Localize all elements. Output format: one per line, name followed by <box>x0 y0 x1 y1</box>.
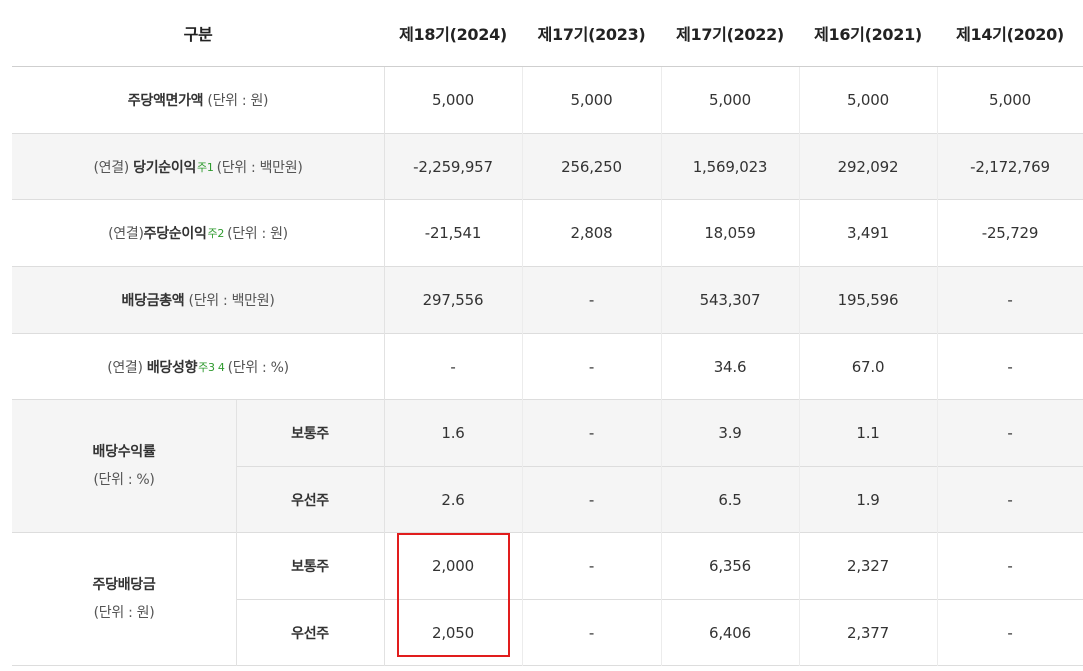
table-cell: - <box>588 424 595 442</box>
table-cell: 3.9 <box>718 424 742 442</box>
table-cell: 18,059 <box>704 224 756 242</box>
header-category: 구분 <box>183 25 213 44</box>
table-cell: - <box>1007 490 1013 509</box>
sub-label-common: 보통주 <box>291 426 329 442</box>
table-cell: 2,327 <box>847 557 889 575</box>
header-period: 제16기(2021) <box>814 25 922 44</box>
label-text: 배당수익률 <box>92 444 156 460</box>
table-cell: - <box>588 623 595 642</box>
unit-text: (단위 : %) <box>93 472 155 488</box>
table-cell: 1.9 <box>856 490 880 509</box>
unit-text: (단위 : 백만원) <box>216 159 303 176</box>
table-cell: 6,356 <box>709 557 751 575</box>
table-cell: - <box>1007 557 1013 575</box>
table-cell: 256,250 <box>561 157 622 176</box>
table-cell: - <box>1007 424 1013 442</box>
label-text: 배당성향 <box>146 359 198 376</box>
table-cell: -21,541 <box>424 224 482 242</box>
unit-text: (단위 : 백만원) <box>188 293 275 309</box>
prefix-text: (연결) <box>93 159 129 176</box>
table-cell: 195,596 <box>837 291 899 309</box>
table-cell: 5,000 <box>432 91 474 109</box>
table-cell: 3,491 <box>847 224 889 242</box>
footnote-marker[interactable]: 주2 <box>208 225 225 241</box>
row-label-payout-ratio: (연결) 배당성향 주3 4 (단위 : %) <box>12 334 384 399</box>
sub-label-common: 보통주 <box>291 559 329 575</box>
table-cell: - <box>450 357 456 376</box>
dividend-table: 구분 제18기(2024) 제17기(2023) 제17기(2022) 제16기… <box>0 0 1083 671</box>
header-period: 제17기(2023) <box>537 25 646 44</box>
table-cell: 543,307 <box>699 291 761 309</box>
table-cell: 67.0 <box>851 357 885 376</box>
unit-text: (단위 : 원) <box>93 605 155 621</box>
table-bottom-line <box>12 665 1083 666</box>
row-label-dividend-yield: 배당수익률 (단위 : %) <box>12 400 236 532</box>
table-cell: 297,556 <box>422 291 484 309</box>
table-cell: - <box>1007 357 1013 376</box>
table-cell: 6,406 <box>709 623 751 642</box>
row-label-dps: 주당배당금 (단위 : 원) <box>12 533 236 665</box>
table-cell: - <box>588 291 595 309</box>
table-cell: - <box>588 490 595 509</box>
table-cell: 2,377 <box>847 623 889 642</box>
table-cell: 1,569,023 <box>692 157 768 176</box>
label-text: 주당액면가액 <box>127 93 204 109</box>
table-cell: 292,092 <box>837 157 899 176</box>
row-label-eps: (연결) 주당순이익 주2 (단위 : 원) <box>12 200 384 266</box>
row-label-par-value: 주당액면가액 (단위 : 원) <box>12 67 384 133</box>
table-cell: 34.6 <box>713 357 747 376</box>
table-cell: 5,000 <box>989 91 1031 109</box>
table-cell: 5,000 <box>847 91 889 109</box>
table-cell: -25,729 <box>981 224 1039 242</box>
table-cell: - <box>1007 291 1013 309</box>
table-cell: 1.6 <box>441 424 465 442</box>
prefix-text: (연결) <box>108 226 144 242</box>
table-cell: 6.5 <box>718 490 742 509</box>
label-text: 배당금총액 <box>121 293 185 309</box>
footnote-marker[interactable]: 주3 4 <box>198 359 225 375</box>
label-text: 당기순이익 <box>133 159 197 176</box>
table-cell: -2,172,769 <box>970 157 1050 176</box>
sub-label-preferred: 우선주 <box>291 625 329 642</box>
label-text: 주당배당금 <box>92 577 156 593</box>
unit-text: (단위 : 원) <box>227 226 288 242</box>
table-cell: 5,000 <box>709 91 751 109</box>
table-cell: 5,000 <box>570 91 613 109</box>
table-cell: -2,259,957 <box>413 157 493 176</box>
footnote-marker[interactable]: 주1 <box>197 159 214 175</box>
header-period: 제18기(2024) <box>399 25 507 44</box>
highlight-box <box>397 533 510 657</box>
row-label-net-income: (연결) 당기순이익 주1 (단위 : 백만원) <box>12 134 384 199</box>
unit-text: (단위 : %) <box>227 359 290 376</box>
table-cell: - <box>588 557 595 575</box>
table-cell: - <box>588 357 595 376</box>
label-text: 주당순이익 <box>143 226 207 242</box>
unit-text: (단위 : 원) <box>207 93 269 109</box>
table-cell: 2,808 <box>570 224 613 242</box>
table-cell: 1.1 <box>856 424 880 442</box>
sub-label-preferred: 우선주 <box>291 492 329 509</box>
prefix-text: (연결) <box>107 359 143 376</box>
table-cell: - <box>1007 623 1013 642</box>
header-period: 제14기(2020) <box>956 25 1064 44</box>
header-period: 제17기(2022) <box>676 25 784 44</box>
table-cell: 2.6 <box>441 490 465 509</box>
row-label-total-dividend: 배당금총액 (단위 : 백만원) <box>12 267 384 333</box>
